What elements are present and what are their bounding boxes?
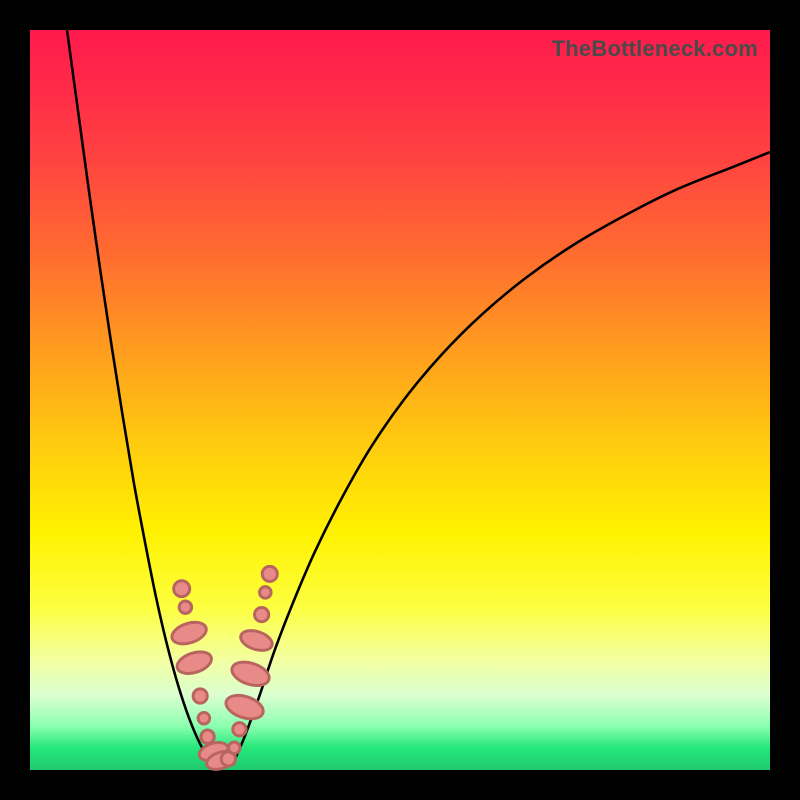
marker-bead — [174, 648, 214, 678]
marker-bead — [179, 601, 191, 613]
marker-bead — [198, 712, 210, 724]
curve-layer — [30, 30, 770, 770]
curves-group — [67, 30, 770, 767]
marker-bead — [228, 742, 240, 754]
plot-area: TheBottleneck.com — [30, 30, 770, 770]
marker-bead — [255, 607, 269, 621]
marker-bead — [201, 730, 214, 743]
marker-bead — [229, 658, 272, 690]
marker-bead — [262, 566, 277, 581]
marker-bead — [193, 689, 207, 703]
marker-bead — [233, 723, 246, 736]
marker-bead — [238, 627, 275, 654]
bead-cluster — [169, 566, 277, 772]
watermark-text: TheBottleneck.com — [552, 36, 758, 62]
marker-bead — [260, 587, 272, 599]
chart-frame: TheBottleneck.com — [0, 0, 800, 800]
marker-bead — [169, 618, 209, 648]
marker-bead — [174, 581, 190, 597]
right-curve — [234, 152, 771, 763]
